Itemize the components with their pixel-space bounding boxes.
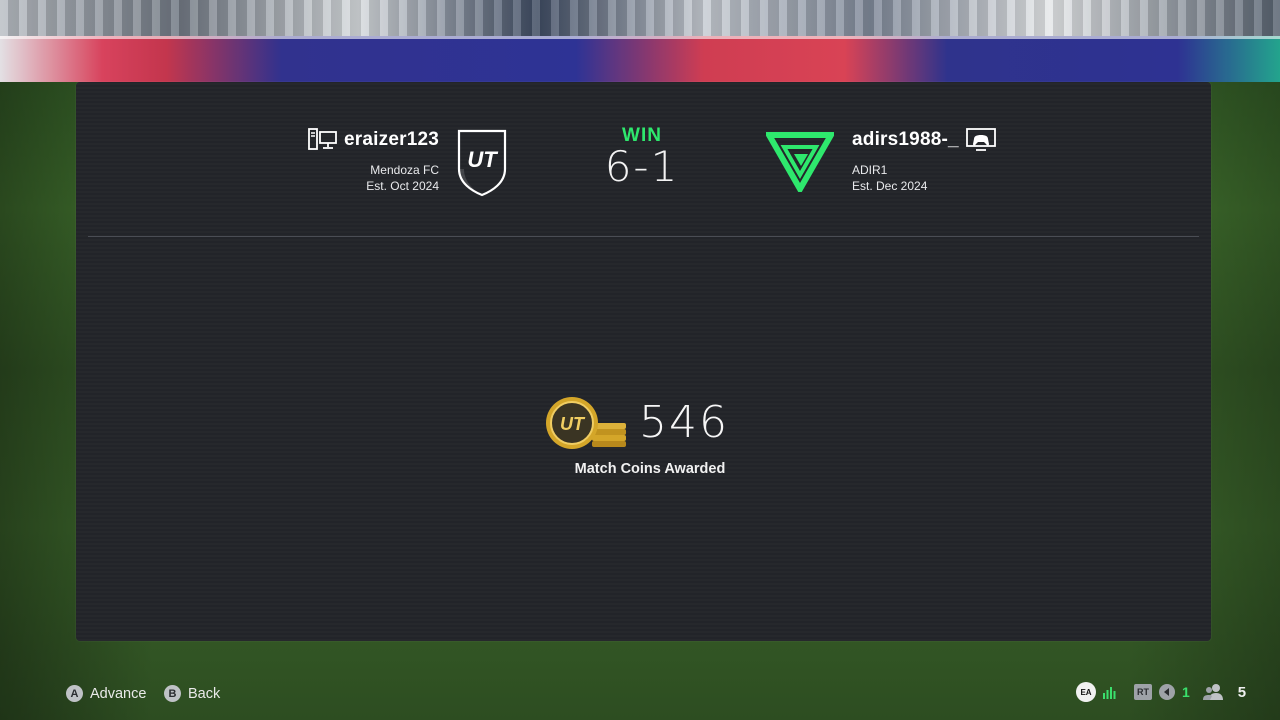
pc-icon — [308, 127, 338, 153]
ut-coins-icon: UT — [544, 395, 628, 453]
notification-count: 1 — [1182, 684, 1190, 700]
status-bar: EA RT 1 5 — [1076, 681, 1246, 703]
speaker-icon — [1158, 683, 1176, 701]
home-established: Est. Oct 2024 — [366, 179, 439, 193]
rt-button-icon: RT — [1134, 684, 1152, 700]
away-club-name: ADIR1 — [852, 163, 888, 177]
home-team-info: eraizer123 Mendoza FC Est. Oct 2024 — [308, 126, 439, 194]
friends-count: 5 — [1237, 683, 1247, 701]
ea-icon: EA — [1076, 682, 1096, 702]
green-triangle-crest-icon — [763, 132, 837, 196]
score-block: WIN 6-1 — [582, 126, 702, 188]
coins-amount: 546 — [639, 397, 729, 448]
home-club-name: Mendoza FC — [370, 163, 439, 177]
advance-button[interactable]: A Advance — [66, 685, 146, 702]
ut-shield-crest-icon: UT — [456, 129, 508, 197]
a-button-icon: A — [66, 685, 83, 702]
console-icon — [965, 127, 997, 153]
header-divider — [88, 236, 1199, 237]
coins-caption: Match Coins Awarded — [574, 461, 726, 477]
away-established: Est. Dec 2024 — [852, 179, 928, 193]
final-score: 6-1 — [604, 142, 680, 191]
friends-icon — [1202, 683, 1224, 701]
back-label: Back — [188, 685, 221, 702]
signal-bars-icon — [1102, 685, 1116, 699]
back-button[interactable]: B Back — [164, 685, 220, 702]
away-player-name: adirs1988-_ — [852, 129, 959, 150]
crest-text: UT — [467, 147, 498, 172]
match-result-panel: eraizer123 Mendoza FC Est. Oct 2024 UT W… — [76, 82, 1211, 641]
home-player-name: eraizer123 — [344, 129, 439, 150]
advance-label: Advance — [90, 685, 147, 702]
away-team-info: adirs1988-_ ADIR1 Est. Dec 2024 — [852, 126, 997, 194]
coins-reward: UT 546 Match Coins Awarded — [544, 395, 754, 485]
b-button-icon: B — [164, 685, 181, 702]
coin-text: UT — [560, 414, 586, 434]
